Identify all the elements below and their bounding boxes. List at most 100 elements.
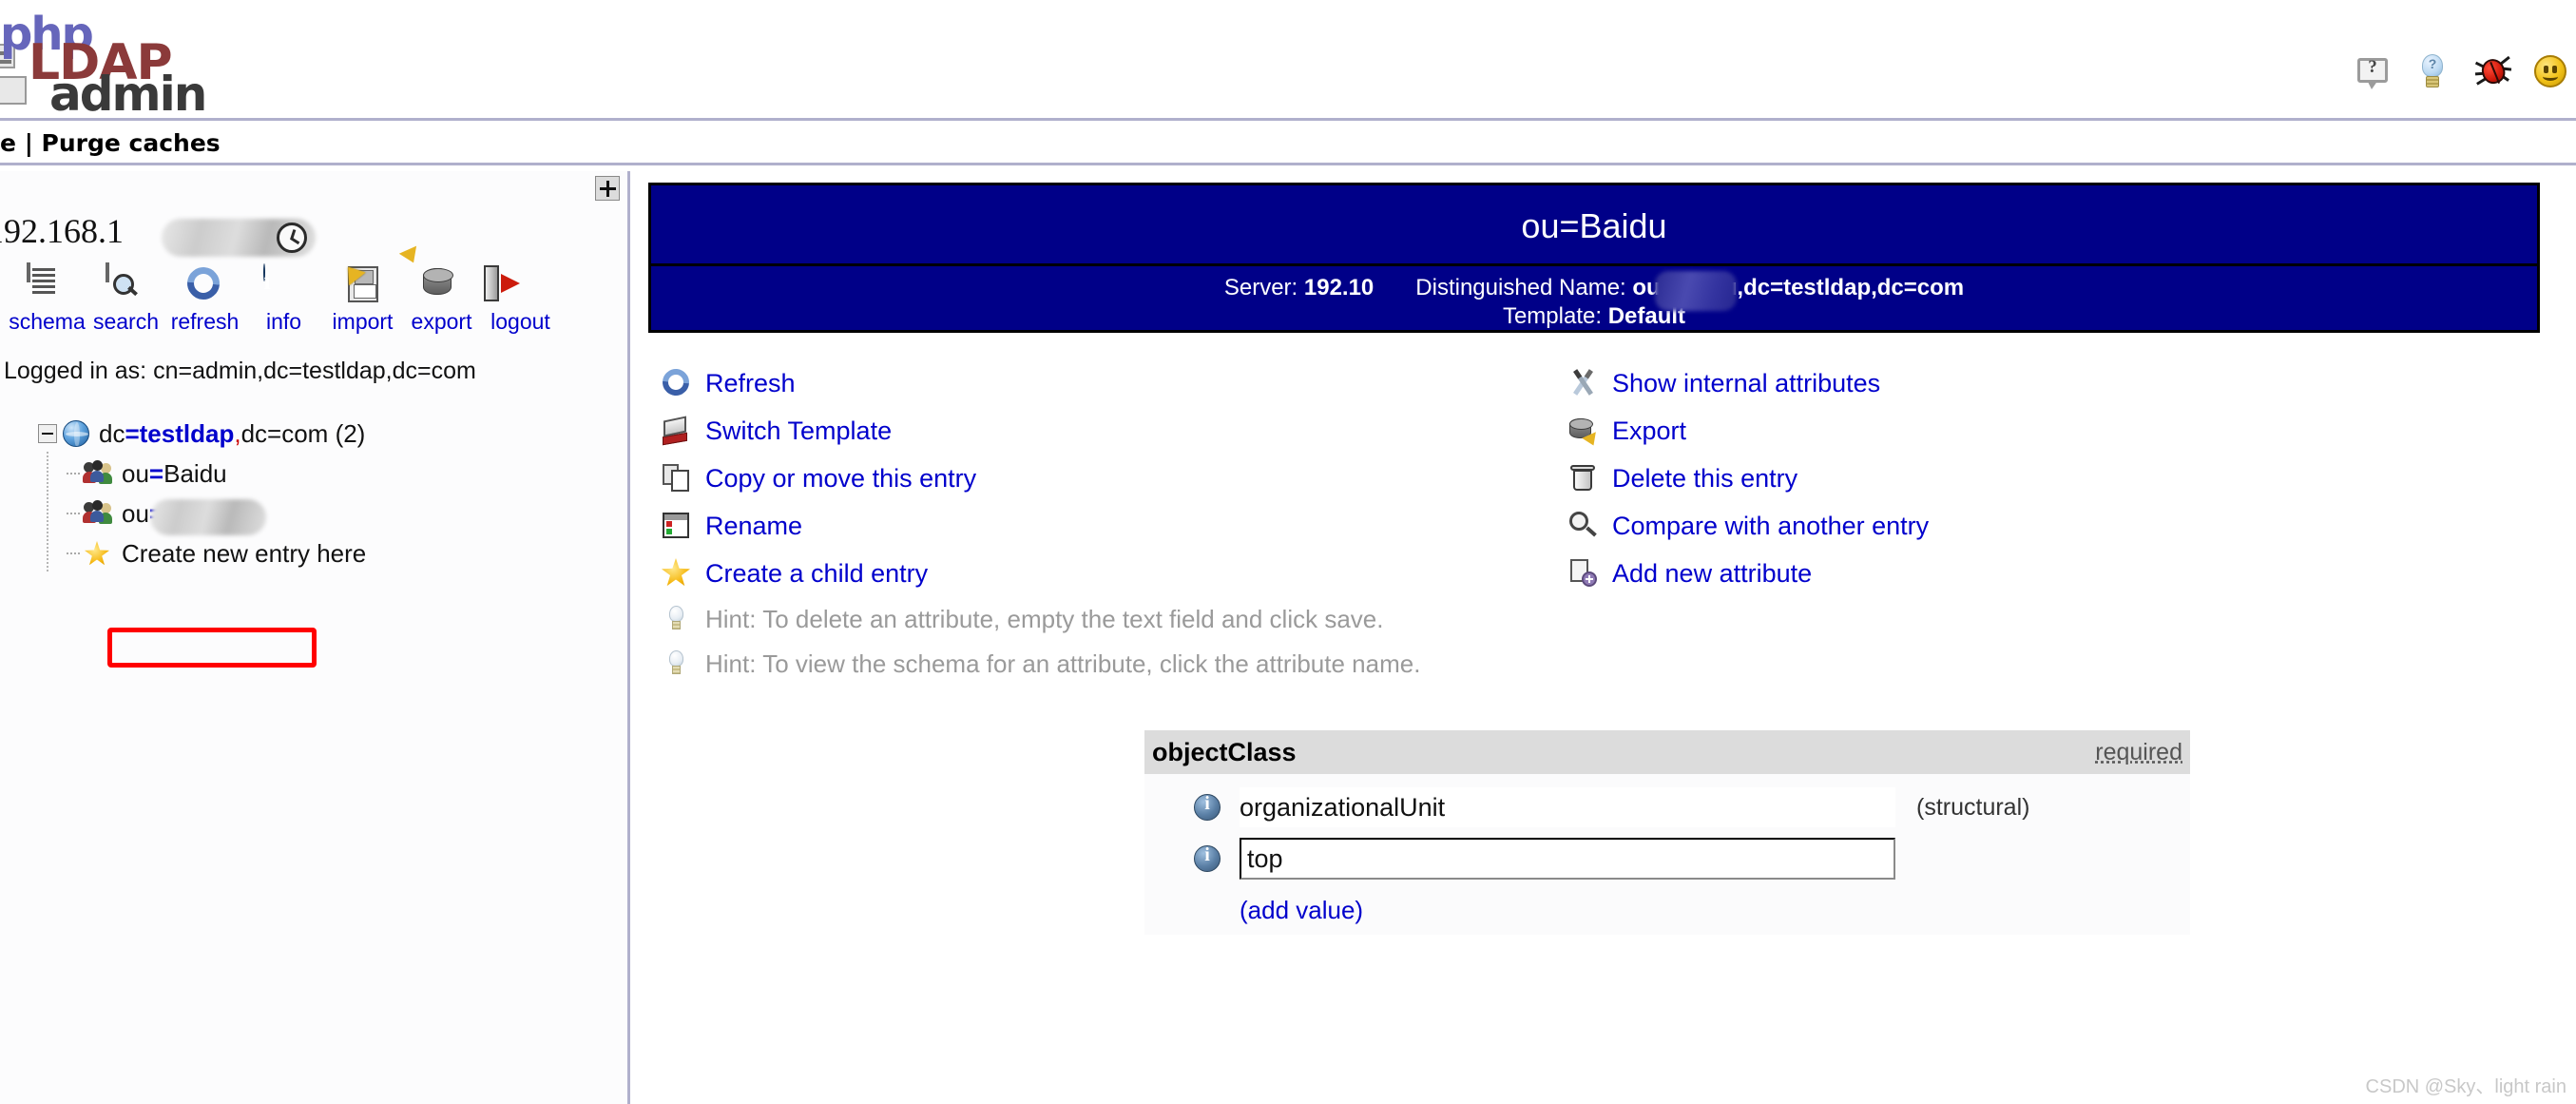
tree-node-root[interactable]: dc=testldap,dc=com (2)	[38, 414, 366, 571]
create-child-icon	[662, 558, 692, 589]
tree-root-mid: =testldap	[125, 418, 235, 448]
sidebar-item-label: export	[411, 309, 472, 334]
compare-icon	[1568, 511, 1599, 541]
sidebar-item-refresh[interactable]: refresh	[165, 261, 244, 335]
sidebar-item-label: schema	[9, 309, 86, 334]
action-label: Copy or move this entry	[705, 463, 977, 493]
ou-prefix: ou	[122, 458, 149, 488]
tools-icon	[1568, 368, 1599, 398]
action-add-new-attribute[interactable]: Add new attribute	[1568, 550, 1929, 597]
tree-node-ou-redacted[interactable]: ou=P	[38, 494, 366, 535]
action-label: Rename	[705, 511, 803, 540]
add-attribute-icon	[1568, 558, 1599, 589]
add-value-link[interactable]: (add value)	[1240, 896, 2190, 925]
server-value: 192.10	[1303, 275, 1375, 300]
hint-text: Hint: To view the schema for an attribut…	[705, 649, 1421, 678]
sidebar-item-export[interactable]: export	[398, 245, 481, 335]
sidebar-item-label: import	[332, 309, 394, 334]
annotation-box-ou-baidu	[107, 628, 317, 668]
sidebar: 192.168.1 schema search refresh info	[0, 171, 630, 1104]
server-entry[interactable]: 192.168.1	[0, 211, 316, 257]
hint-text: Hint: To delete an attribute, empty the …	[705, 605, 1384, 633]
action-label: Delete this entry	[1612, 463, 1798, 493]
sidebar-item-label: logout	[490, 309, 550, 334]
tree-node-ou-baidu[interactable]: ou=Baidu	[38, 454, 366, 494]
action-create-child-entry[interactable]: Create a child entry	[662, 550, 1420, 597]
logout-icon	[483, 264, 542, 306]
export-icon	[398, 245, 463, 306]
export-icon	[1568, 416, 1601, 449]
tree-node-label: ou=Baidu	[122, 459, 227, 489]
action-label: Refresh	[705, 368, 796, 397]
star-icon	[84, 540, 112, 567]
objectclass-input[interactable]	[1240, 838, 1895, 880]
people-icon	[83, 500, 112, 527]
copy-move-icon	[662, 463, 692, 494]
sidebar-item-search[interactable]: search	[87, 262, 165, 335]
help-icon[interactable]	[2357, 53, 2393, 89]
refresh-icon	[657, 363, 695, 401]
sidebar-item-label: info	[265, 309, 302, 334]
sidebar-toolbar: schema search refresh info import	[8, 245, 560, 335]
smiley-icon[interactable]	[2534, 53, 2570, 89]
entry-actions-left: Refresh Switch Template Copy or move thi…	[657, 359, 1420, 687]
action-rename[interactable]: Rename	[662, 502, 1420, 550]
ou-name: Baidu	[163, 458, 227, 488]
search-icon	[105, 262, 147, 306]
action-compare-with-another-entry[interactable]: Compare with another entry	[1568, 502, 1929, 550]
action-delete-this-entry[interactable]: Delete this entry	[1568, 455, 1929, 502]
hint-row-1: Hint: To delete an attribute, empty the …	[662, 597, 1420, 642]
tree-node-label: dc=testldap,dc=com (2)	[99, 419, 365, 449]
entry-header-banner: ou=Baidu Server: 192.10 Distinguished Nam…	[648, 183, 2540, 333]
phpldapadmin-page: php LDAP admin ? ? e | Purge caches 192.…	[0, 0, 2576, 1104]
logo-text-admin: admin	[49, 67, 207, 122]
clock-icon	[277, 223, 307, 253]
create-new-entry-label: Create new entry here	[122, 538, 367, 568]
action-label: Switch Template	[705, 416, 893, 445]
watermark: CSDN @Sky、light rain	[2365, 1076, 2566, 1097]
action-export[interactable]: Export	[1568, 407, 1929, 455]
ou-prefix: ou	[122, 498, 149, 528]
trash-icon	[1568, 463, 1599, 494]
schema-icon	[26, 262, 68, 306]
sidebar-item-info[interactable]: info	[244, 263, 323, 335]
info-icon[interactable]	[1194, 793, 1221, 821]
action-switch-template[interactable]: Switch Template	[662, 407, 1420, 455]
breadcrumb: me | Purge caches	[0, 124, 2576, 165]
sidebar-item-schema[interactable]: schema	[8, 262, 87, 335]
breadcrumb-text[interactable]: me | Purge caches	[0, 129, 221, 157]
attribute-values: organizationalUnit (structural) (add val…	[1144, 774, 2190, 935]
action-label: Compare with another entry	[1612, 511, 1930, 540]
collapse-icon[interactable]	[38, 424, 57, 443]
attribute-value-row: organizationalUnit (structural)	[1144, 782, 2190, 833]
attribute-name[interactable]: objectClass	[1152, 738, 1297, 767]
action-copy-or-move[interactable]: Copy or move this entry	[662, 455, 1420, 502]
hint-row-2: Hint: To view the schema for an attribut…	[662, 642, 1420, 687]
page-title: ou=Baidu	[1521, 206, 1667, 245]
dn-label: Distinguished Name:	[1415, 275, 1626, 300]
ldap-tree: dc=testldap,dc=com (2) ou=Baidu ou Creat…	[38, 414, 366, 573]
info-icon[interactable]	[1194, 844, 1221, 872]
sidebar-item-import[interactable]: import	[323, 260, 402, 335]
lightbulb-icon	[662, 649, 692, 680]
redacted-ou-blur	[150, 499, 266, 535]
refresh-icon	[180, 261, 226, 306]
action-refresh[interactable]: Refresh	[657, 359, 1420, 407]
logged-in-as-label: Logged in as: cn=admin,dc=testldap,dc=co…	[4, 358, 476, 384]
action-show-internal-attributes[interactable]: Show internal attributes	[1568, 359, 1929, 407]
attribute-block-objectclass: objectClass required organizationalUnit …	[1144, 730, 2190, 935]
server-ip-label: 192.168.1	[0, 212, 124, 250]
attribute-header: objectClass required	[1144, 730, 2190, 774]
hint-icon[interactable]	[2416, 53, 2452, 89]
import-icon	[338, 260, 384, 306]
sidebar-item-logout[interactable]: logout	[481, 264, 560, 335]
attribute-value-readonly: organizationalUnit	[1240, 787, 1895, 827]
action-label: Create a child entry	[705, 558, 929, 588]
tree-root-rest: dc=com (2)	[240, 418, 366, 448]
bug-icon[interactable]	[2474, 53, 2512, 89]
tree-create-new-entry[interactable]: Create new entry here	[38, 533, 366, 573]
lightbulb-icon	[662, 605, 692, 635]
sidebar-expand-button[interactable]	[595, 176, 620, 201]
main-panel: ou=Baidu Server: 192.10 Distinguished Nam…	[646, 171, 2576, 1104]
template-label: Template:	[1502, 303, 1603, 329]
